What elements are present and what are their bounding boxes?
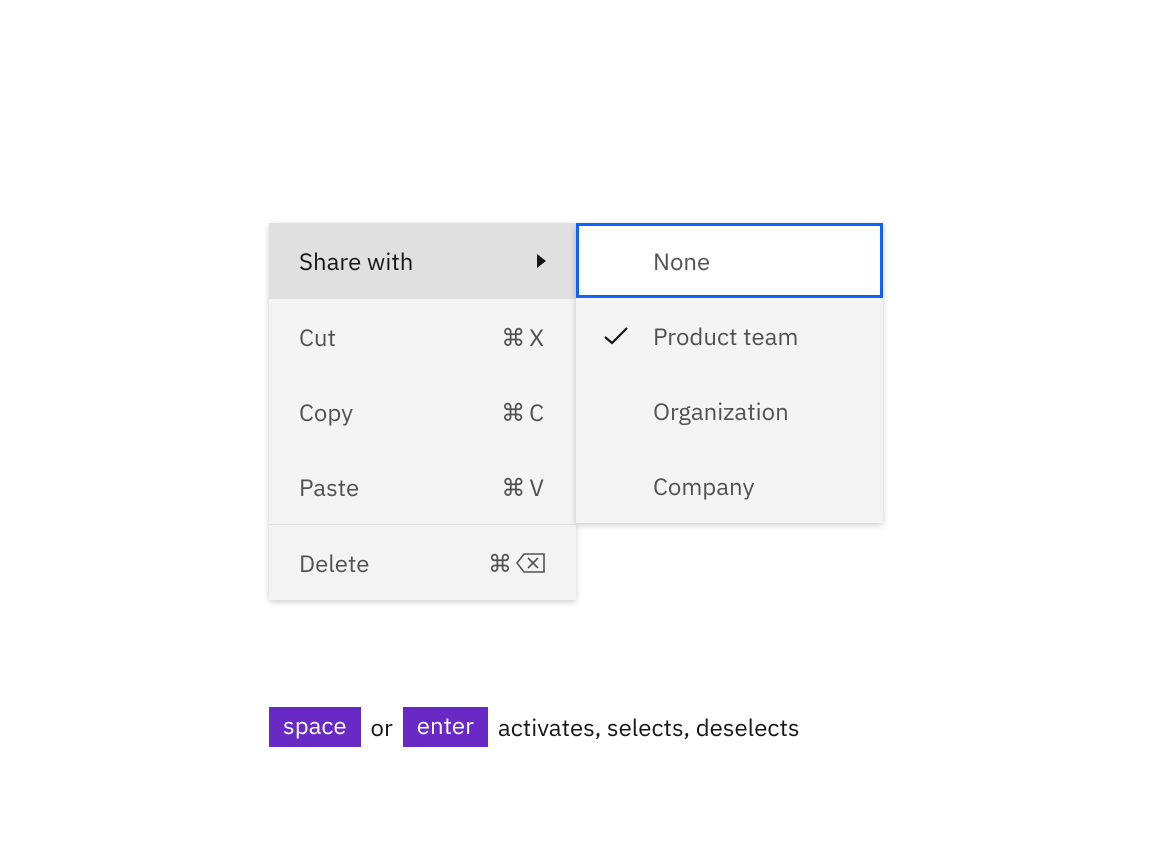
backspace-icon <box>516 552 546 574</box>
submenu-item-product-team[interactable]: Product team <box>576 298 883 373</box>
submenu-item-label: Company <box>653 470 754 502</box>
menu-item-paste[interactable]: Paste ⌘V <box>269 449 576 524</box>
menu-item-shortcut: ⌘ <box>488 547 546 579</box>
submenu-item-none[interactable]: None <box>576 223 883 298</box>
menu-item-label: Share with <box>299 245 413 277</box>
help-join: or <box>371 711 393 743</box>
menu-item-label: Cut <box>299 321 336 353</box>
context-menu-group: Share with Cut ⌘X Copy ⌘C Paste ⌘V Delet… <box>269 223 883 600</box>
submenu-item-organization[interactable]: Organization <box>576 373 883 448</box>
menu-item-share-with[interactable]: Share with <box>269 223 576 298</box>
caret-right-icon <box>537 254 546 268</box>
submenu-item-label: None <box>653 245 710 277</box>
menu-item-shortcut: ⌘V <box>501 471 546 503</box>
check-slot <box>593 326 653 346</box>
key-enter: enter <box>403 707 488 747</box>
menu-item-shortcut: ⌘X <box>501 321 546 353</box>
menu-item-cut[interactable]: Cut ⌘X <box>269 299 576 374</box>
menu-item-copy[interactable]: Copy ⌘C <box>269 374 576 449</box>
submenu-item-label: Product team <box>653 320 798 352</box>
check-icon <box>603 326 629 346</box>
menu-item-label: Copy <box>299 396 353 428</box>
key-space: space <box>269 707 361 747</box>
context-menu: Share with Cut ⌘X Copy ⌘C Paste ⌘V Delet… <box>269 223 576 600</box>
menu-item-delete[interactable]: Delete ⌘ <box>269 525 576 600</box>
menu-item-label: Delete <box>299 547 370 579</box>
keyboard-help-text: space or enter activates, selects, desel… <box>269 707 800 747</box>
share-with-submenu: None Product team Organization Company <box>576 223 883 523</box>
menu-item-shortcut: ⌘C <box>501 396 546 428</box>
submenu-item-label: Organization <box>653 395 789 427</box>
help-description: activates, selects, deselects <box>498 711 800 743</box>
menu-item-label: Paste <box>299 471 359 503</box>
submenu-item-company[interactable]: Company <box>576 448 883 523</box>
